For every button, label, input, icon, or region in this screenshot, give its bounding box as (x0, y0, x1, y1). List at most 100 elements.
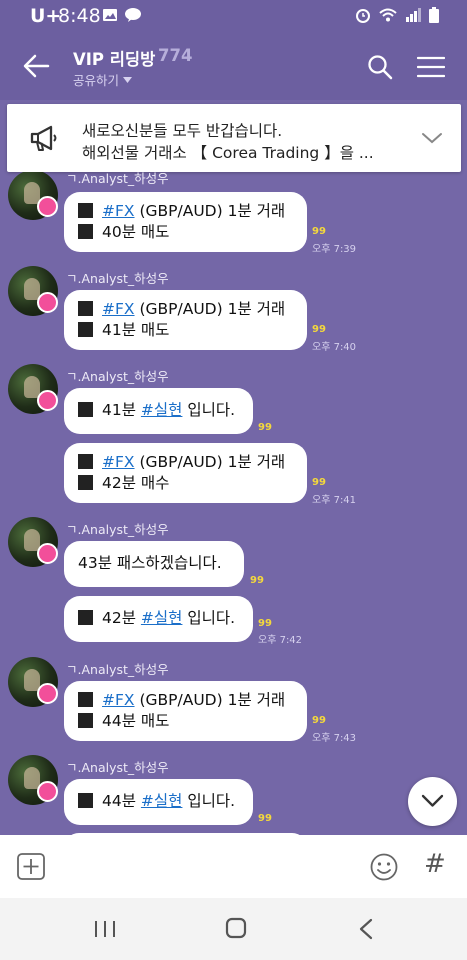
megaphone-icon (30, 125, 57, 151)
timestamp: 오후 7:41 (312, 495, 357, 506)
status-bar: U+ 8:48 (0, 0, 467, 32)
message-line: #FX (GBP/AUD) 1분 거래 (78, 452, 293, 473)
timestamp: 오후 7:40 (312, 342, 357, 353)
square-icon (78, 224, 93, 239)
square-icon (78, 793, 93, 808)
system-navigation-bar (0, 898, 467, 960)
hashtag-link[interactable]: #실현 (141, 401, 183, 419)
hashtag-link[interactable]: #실현 (141, 792, 183, 810)
unread-count: 99 (258, 618, 272, 629)
attach-button[interactable] (17, 853, 45, 880)
notice-banner[interactable]: 새로오신분들 모두 반갑습니다. 해외선물 거래소 【 Corea Tradin… (7, 104, 461, 172)
chevron-down-icon (421, 794, 444, 807)
plus-icon (17, 853, 45, 880)
crown-badge-icon (37, 781, 58, 802)
message-line: 43분 패스하겠습니다. (78, 554, 222, 572)
hashtag-link[interactable]: #FX (102, 453, 135, 471)
unread-count: 99 (312, 715, 326, 726)
emoji-button[interactable] (370, 853, 398, 881)
talk-icon (125, 8, 141, 22)
crown-badge-icon (37, 292, 58, 313)
sender-name: ㄱ.Analyst_하성우 (66, 271, 169, 286)
square-icon (78, 402, 93, 417)
scroll-to-bottom-button[interactable] (408, 777, 457, 826)
wifi-icon (379, 8, 397, 22)
square-icon (78, 475, 93, 490)
sender-name: ㄱ.Analyst_하성우 (66, 172, 169, 186)
message-line: 41분 매도 (78, 320, 293, 341)
message-line: 44분 #실현 입니다. (78, 791, 239, 812)
timestamp: 오후 7:43 (312, 733, 357, 744)
square-icon (78, 692, 93, 707)
message-line: #FX (GBP/AUD) 1분 거래 (78, 201, 293, 222)
search-icon (368, 55, 393, 80)
timestamp: 오후 7:42 (258, 635, 303, 646)
message-line: 40분 매도 (78, 222, 293, 243)
sender-name: ㄱ.Analyst_하성우 (66, 369, 169, 384)
avatar[interactable] (8, 364, 58, 414)
message-line: #FX (GBP/AUD) 1분 거래 (78, 299, 293, 320)
chevron-down-icon[interactable] (421, 129, 443, 147)
message-bubble[interactable]: 42분 #실현 입니다. (64, 596, 253, 642)
crown-badge-icon (37, 543, 58, 564)
crown-badge-icon (37, 683, 58, 704)
unread-count: 99 (312, 226, 326, 237)
message-bubble[interactable]: 44분 #실현 입니다. (64, 779, 253, 825)
message-line: 41분 #실현 입니다. (78, 400, 239, 421)
unread-count: 99 (250, 575, 264, 586)
home-icon[interactable] (225, 917, 247, 939)
menu-icon (416, 56, 446, 78)
unread-count: 99 (258, 422, 272, 433)
hashtag-link[interactable]: #실현 (141, 609, 183, 627)
timestamp: 오후 7:39 (312, 244, 357, 255)
chat-header: VIP 리딩방 774 공유하기 (0, 32, 467, 100)
message-bubble[interactable]: #FX (GBP/AUD) 1분 거래 40분 매도 (64, 192, 307, 252)
square-icon (78, 713, 93, 728)
search-button[interactable] (367, 54, 393, 80)
message-bubble[interactable]: #FX (GBP/AUD) 1분 거래 41분 매도 (64, 290, 307, 350)
share-button[interactable]: 공유하기 (73, 70, 133, 89)
message-bubble[interactable]: #FX (GBP/AUD) 1분 거래 42분 매수 (64, 443, 307, 503)
clock: 8:48 (58, 5, 101, 27)
avatar[interactable] (8, 517, 58, 567)
menu-button[interactable] (416, 56, 446, 78)
hash-icon[interactable]: # (424, 849, 446, 879)
hashtag-link[interactable]: #FX (102, 202, 135, 220)
back-button[interactable] (20, 52, 52, 80)
chat-messages[interactable]: ㄱ.Analyst_하성우 #FX (GBP/AUD) 1분 거래 40분 매도… (0, 172, 467, 835)
hashtag-link[interactable]: #FX (102, 691, 135, 709)
crown-badge-icon (37, 196, 58, 217)
unread-count: 99 (258, 813, 272, 824)
avatar[interactable] (8, 172, 58, 220)
carrier-label: U+ (30, 5, 62, 27)
message-line: 44분 매도 (78, 711, 293, 732)
crown-badge-icon (37, 390, 58, 411)
notice-line-1: 새로오신분들 모두 반갑습니다. (82, 122, 283, 140)
avatar[interactable] (8, 657, 58, 707)
message-line: 42분 #실현 입니다. (78, 608, 239, 629)
square-icon (78, 322, 93, 337)
message-bubble[interactable]: 43분 패스하겠습니다. (64, 541, 244, 587)
square-icon (78, 454, 93, 469)
message-bubble[interactable]: 41분 #실현 입니다. (64, 388, 253, 434)
alarm-icon (356, 9, 370, 23)
message-input-bar: # (0, 835, 467, 898)
square-icon (78, 301, 93, 316)
square-icon (78, 610, 93, 625)
recent-apps-icon[interactable] (94, 919, 116, 939)
caret-down-icon (123, 76, 133, 83)
share-label: 공유하기 (73, 73, 120, 88)
square-icon (78, 203, 93, 218)
signal-icon (406, 8, 421, 22)
nav-back-icon[interactable] (358, 918, 374, 940)
system-icons (355, 7, 439, 23)
gallery-icon (103, 9, 117, 21)
sender-name: ㄱ.Analyst_하성우 (66, 760, 169, 775)
avatar[interactable] (8, 266, 58, 316)
avatar[interactable] (8, 755, 58, 805)
message-line: #FX (GBP/AUD) 1분 거래 (78, 690, 293, 711)
hashtag-link[interactable]: #FX (102, 300, 135, 318)
message-bubble[interactable]: #FX (GBP/AUD) 1분 거래 44분 매도 (64, 681, 307, 741)
sender-name: ㄱ.Analyst_하성우 (66, 662, 169, 677)
unread-count: 99 (312, 477, 326, 488)
